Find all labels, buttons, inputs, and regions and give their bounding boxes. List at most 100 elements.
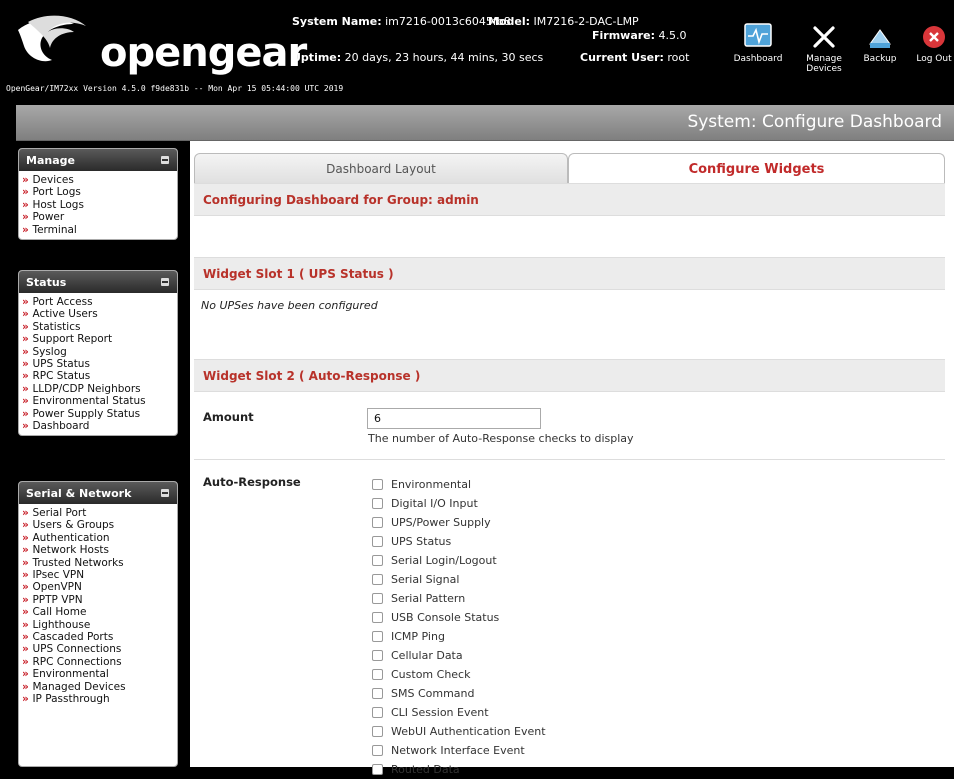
- check-routed-data[interactable]: Routed Data: [372, 760, 546, 779]
- check-cellular-data[interactable]: Cellular Data: [372, 646, 546, 665]
- sidebar-item-host-logs[interactable]: Host Logs: [22, 199, 177, 211]
- check-network-interface-event[interactable]: Network Interface Event: [372, 741, 546, 760]
- widget-slot-2-heading: Widget Slot 2 ( Auto-Response ): [194, 359, 945, 392]
- sidebar-item-lighthouse[interactable]: Lighthouse: [22, 619, 177, 631]
- sidebar-item-network-hosts[interactable]: Network Hosts: [22, 544, 177, 556]
- sidebar-item-managed-devices[interactable]: Managed Devices: [22, 681, 177, 693]
- page-title: System: Configure Dashboard: [687, 112, 942, 132]
- sidebar-item-serial-port[interactable]: Serial Port: [22, 507, 177, 519]
- manage-devices-button[interactable]: Manage Devices: [796, 20, 852, 74]
- widget-slot-1-heading: Widget Slot 1 ( UPS Status ): [194, 257, 945, 290]
- check-serial-login-logout[interactable]: Serial Login/Logout: [372, 551, 546, 570]
- checkbox[interactable]: [372, 479, 383, 490]
- collapse-icon[interactable]: [161, 156, 169, 164]
- model-info: Model: IM7216-2-DAC-LMP: [488, 15, 639, 28]
- sidebar-item-syslog[interactable]: Syslog: [22, 346, 177, 358]
- collapse-icon[interactable]: [161, 489, 169, 497]
- sidebar-item-port-access[interactable]: Port Access: [22, 296, 177, 308]
- sidebar-item-openvpn[interactable]: OpenVPN: [22, 581, 177, 593]
- sidebar-item-statistics[interactable]: Statistics: [22, 321, 177, 333]
- checkbox[interactable]: [372, 631, 383, 642]
- divider: [194, 459, 945, 460]
- checkbox[interactable]: [372, 555, 383, 566]
- check-ups-status[interactable]: UPS Status: [372, 532, 546, 551]
- checkbox[interactable]: [372, 574, 383, 585]
- tab-configure-widgets[interactable]: Configure Widgets: [568, 153, 945, 183]
- sidebar-item-pptp-vpn[interactable]: PPTP VPN: [22, 594, 177, 606]
- tab-dashboard-layout[interactable]: Dashboard Layout: [194, 153, 568, 183]
- check-custom-check[interactable]: Custom Check: [372, 665, 546, 684]
- amount-input[interactable]: [367, 408, 541, 429]
- dashboard-icon: [744, 23, 772, 47]
- sidebar-item-ups-status[interactable]: UPS Status: [22, 358, 177, 370]
- check-icmp-ping[interactable]: ICMP Ping: [372, 627, 546, 646]
- sidebar-item-power[interactable]: Power: [22, 211, 177, 223]
- check-ups-power-supply[interactable]: UPS/Power Supply: [372, 513, 546, 532]
- collapse-icon[interactable]: [161, 278, 169, 286]
- sidebar-item-authentication[interactable]: Authentication: [22, 532, 177, 544]
- backup-button[interactable]: Backup: [852, 20, 908, 64]
- sidebar-item-devices[interactable]: Devices: [22, 174, 177, 186]
- version-line: OpenGear/IM72xx Version 4.5.0 f9de831b -…: [6, 84, 344, 93]
- checkbox[interactable]: [372, 612, 383, 623]
- checkbox[interactable]: [372, 593, 383, 604]
- dashboard-button[interactable]: Dashboard: [730, 20, 786, 64]
- checkbox[interactable]: [372, 745, 383, 756]
- sidebar-item-ip-passthrough[interactable]: IP Passthrough: [22, 693, 177, 705]
- sidebar-item-environmental-status[interactable]: Environmental Status: [22, 395, 177, 407]
- check-serial-signal[interactable]: Serial Signal: [372, 570, 546, 589]
- sidebar-item-ipsec-vpn[interactable]: IPsec VPN: [22, 569, 177, 581]
- check-environmental[interactable]: Environmental: [372, 475, 546, 494]
- sidebar-item-call-home[interactable]: Call Home: [22, 606, 177, 618]
- uptime-info: Uptime: 20 days, 23 hours, 44 mins, 30 s…: [292, 51, 544, 64]
- serial-network-menu-header[interactable]: Serial & Network: [19, 482, 177, 504]
- sidebar-item-lldp-cdp[interactable]: LLDP/CDP Neighbors: [22, 383, 177, 395]
- sidebar-item-support-report[interactable]: Support Report: [22, 333, 177, 345]
- opengear-logo[interactable]: opengear: [12, 12, 307, 80]
- sidebar-item-rpc-status[interactable]: RPC Status: [22, 370, 177, 382]
- status-menu-header[interactable]: Status: [19, 271, 177, 293]
- auto-response-label: Auto-Response: [203, 475, 301, 489]
- log-out-button[interactable]: Log Out: [906, 20, 954, 64]
- sidebar-item-trusted-networks[interactable]: Trusted Networks: [22, 557, 177, 569]
- sidebar: Manage Devices Port Logs Host Logs Power…: [0, 141, 190, 767]
- checkbox[interactable]: [372, 517, 383, 528]
- checkbox[interactable]: [372, 536, 383, 547]
- check-usb-console-status[interactable]: USB Console Status: [372, 608, 546, 627]
- checkbox[interactable]: [372, 764, 383, 775]
- firmware-info: Firmware: 4.5.0: [592, 29, 687, 42]
- amount-hint: The number of Auto-Response checks to di…: [368, 432, 634, 445]
- title-bar: System: Configure Dashboard: [16, 105, 954, 141]
- group-heading: Configuring Dashboard for Group: admin: [194, 183, 945, 216]
- sidebar-item-active-users[interactable]: Active Users: [22, 308, 177, 320]
- checkbox[interactable]: [372, 726, 383, 737]
- check-sms-command[interactable]: SMS Command: [372, 684, 546, 703]
- checkbox[interactable]: [372, 669, 383, 680]
- auto-response-checklist: Environmental Digital I/O Input UPS/Powe…: [372, 475, 546, 779]
- serial-network-menu: Serial & Network Serial Port Users & Gro…: [18, 481, 178, 767]
- check-cli-session-event[interactable]: CLI Session Event: [372, 703, 546, 722]
- sidebar-item-power-supply-status[interactable]: Power Supply Status: [22, 408, 177, 420]
- sidebar-item-ups-connections[interactable]: UPS Connections: [22, 643, 177, 655]
- current-user-info: Current User: root: [580, 51, 690, 64]
- checkbox[interactable]: [372, 688, 383, 699]
- check-webui-auth-event[interactable]: WebUI Authentication Event: [372, 722, 546, 741]
- checkbox[interactable]: [372, 707, 383, 718]
- sidebar-item-port-logs[interactable]: Port Logs: [22, 186, 177, 198]
- manage-menu-header[interactable]: Manage: [19, 149, 177, 171]
- main-content: Dashboard Layout Configure Widgets Confi…: [190, 141, 954, 776]
- check-digital-io-input[interactable]: Digital I/O Input: [372, 494, 546, 513]
- sidebar-item-rpc-connections[interactable]: RPC Connections: [22, 656, 177, 668]
- amount-label: Amount: [203, 410, 254, 424]
- sidebar-item-dashboard[interactable]: Dashboard: [22, 420, 177, 432]
- sidebar-item-cascaded-ports[interactable]: Cascaded Ports: [22, 631, 177, 643]
- check-serial-pattern[interactable]: Serial Pattern: [372, 589, 546, 608]
- sidebar-item-users-groups[interactable]: Users & Groups: [22, 519, 177, 531]
- status-menu: Status Port Access Active Users Statisti…: [18, 270, 178, 437]
- checkbox[interactable]: [372, 498, 383, 509]
- logout-icon: [923, 26, 945, 48]
- manage-menu: Manage Devices Port Logs Host Logs Power…: [18, 148, 178, 241]
- sidebar-item-environmental[interactable]: Environmental: [22, 668, 177, 680]
- checkbox[interactable]: [372, 650, 383, 661]
- sidebar-item-terminal[interactable]: Terminal: [22, 224, 177, 236]
